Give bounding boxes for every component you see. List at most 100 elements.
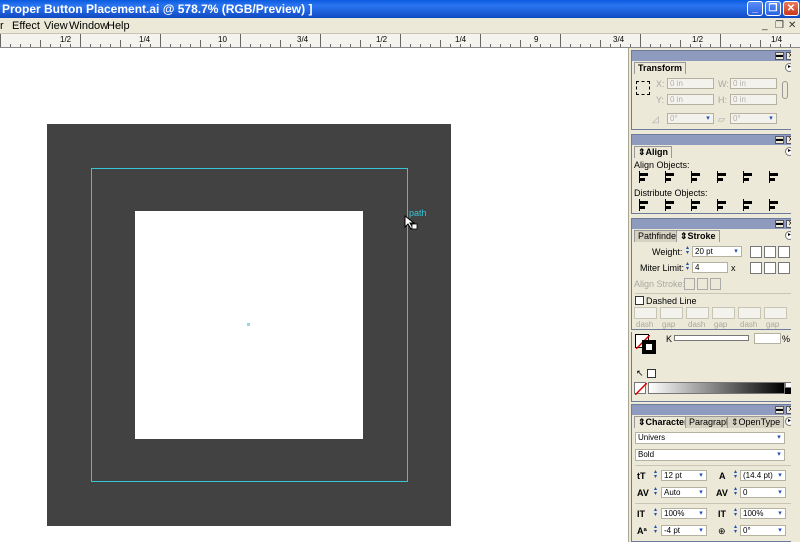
baseline-stepper[interactable]: ▴ ▾ xyxy=(652,524,659,536)
tab-stroke[interactable]: ⇕Stroke xyxy=(676,230,720,242)
w-input[interactable]: 0 in xyxy=(730,78,777,89)
align-stroke-center-icon[interactable] xyxy=(684,278,695,290)
chevron-down-icon[interactable]: ▾ xyxy=(696,509,706,518)
round-join-icon[interactable] xyxy=(764,262,776,274)
panel-titlebar[interactable]: ▬ x xyxy=(632,405,797,415)
align-stroke-outside-icon[interactable] xyxy=(710,278,721,290)
menu-window[interactable]: Window xyxy=(69,20,108,32)
panel-minimize-button[interactable]: ▬ xyxy=(775,406,784,414)
dashed-line-checkbox[interactable] xyxy=(635,296,644,305)
chevron-down-icon[interactable]: ▾ xyxy=(696,526,706,535)
leading-input[interactable]: (14.4 pt) ▾ xyxy=(740,470,786,481)
chevron-down-icon[interactable]: ▾ xyxy=(775,509,785,518)
horizontal-scale-input[interactable]: 100% ▾ xyxy=(740,508,786,519)
panel-minimize-button[interactable]: ▬ xyxy=(775,136,784,144)
menu-effect[interactable]: Effect xyxy=(12,20,40,32)
chevron-down-icon[interactable]: ▾ xyxy=(696,488,706,497)
vertical-align-top-icon[interactable] xyxy=(716,171,730,183)
chevron-down-icon[interactable]: ▾ xyxy=(774,450,784,459)
dash-input[interactable] xyxy=(634,307,657,319)
chevron-down-icon[interactable]: ▾ xyxy=(731,247,741,256)
chevron-down-icon[interactable]: ▾ xyxy=(696,471,706,480)
vertical-align-bottom-icon[interactable] xyxy=(768,171,782,183)
k-value-input[interactable] xyxy=(754,333,781,344)
miter-stepper[interactable]: ▴ ▾ xyxy=(684,261,691,273)
font-family-select[interactable]: Univers ▾ xyxy=(635,432,785,444)
horizontal-align-right-icon[interactable] xyxy=(690,171,704,183)
panel-titlebar[interactable]: ▬ x xyxy=(632,51,797,61)
align-stroke-inside-icon[interactable] xyxy=(697,278,708,290)
panel-titlebar[interactable]: ▬ x xyxy=(632,135,797,145)
horizontal-ruler[interactable]: 1/2 1/4 10 3/4 1/2 1/4 9 3/4 1/2 1/4 xyxy=(0,34,800,48)
kerning-input[interactable]: Auto ▾ xyxy=(661,487,707,498)
gap-input[interactable] xyxy=(764,307,787,319)
font-size-stepper[interactable]: ▴ ▾ xyxy=(652,469,659,481)
gap-input[interactable] xyxy=(712,307,735,319)
panel-titlebar[interactable]: ▬ x xyxy=(632,219,797,229)
butt-cap-icon[interactable] xyxy=(750,246,762,258)
horizontal-align-center-icon[interactable] xyxy=(664,171,678,183)
vertical-align-center-icon[interactable] xyxy=(742,171,756,183)
projecting-cap-icon[interactable] xyxy=(778,246,790,258)
vertical-distribute-center-icon[interactable] xyxy=(664,199,678,211)
chevron-down-icon[interactable]: ▾ xyxy=(774,433,784,442)
horizontal-distribute-left-icon[interactable] xyxy=(716,199,730,211)
doc-restore-button[interactable]: ❐ xyxy=(775,20,784,31)
vscale-stepper[interactable]: ▴ ▾ xyxy=(652,507,659,519)
vertical-distribute-bottom-icon[interactable] xyxy=(690,199,704,211)
shear-input[interactable]: 0° ▾ xyxy=(730,113,777,124)
artboard-canvas[interactable]: path xyxy=(0,48,628,542)
tab-transform[interactable]: Transform xyxy=(634,62,687,74)
gap-input[interactable] xyxy=(660,307,683,319)
vertical-scale-input[interactable]: 100% ▾ xyxy=(661,508,707,519)
h-input[interactable]: 0 in xyxy=(730,94,777,105)
character-rotation-input[interactable]: 0° ▾ xyxy=(740,525,786,536)
horizontal-distribute-center-icon[interactable] xyxy=(742,199,756,211)
minimize-button[interactable]: _ xyxy=(747,1,763,16)
kerning-stepper[interactable]: ▴ ▾ xyxy=(652,486,659,498)
panel-minimize-button[interactable]: ▬ xyxy=(775,220,784,228)
horizontal-align-left-icon[interactable] xyxy=(638,171,652,183)
horizontal-distribute-right-icon[interactable] xyxy=(768,199,782,211)
hscale-stepper[interactable]: ▴ ▾ xyxy=(732,507,739,519)
tab-opentype[interactable]: ⇕OpenType xyxy=(727,416,785,428)
tracking-input[interactable]: 0 ▾ xyxy=(740,487,786,498)
grayscale-ramp[interactable] xyxy=(648,382,785,394)
chevron-down-icon[interactable]: ▾ xyxy=(766,114,776,123)
dash-input[interactable] xyxy=(738,307,761,319)
chevron-down-icon[interactable]: ▾ xyxy=(775,471,785,480)
miter-input[interactable]: 4 xyxy=(692,262,728,273)
baseline-shift-input[interactable]: -4 pt ▾ xyxy=(661,525,707,536)
reference-point-icon[interactable] xyxy=(636,81,650,95)
rotate-input[interactable]: 0° ▾ xyxy=(667,113,714,124)
k-slider[interactable] xyxy=(674,335,749,341)
chevron-down-icon[interactable]: ▾ xyxy=(775,488,785,497)
white-swatch[interactable] xyxy=(647,369,656,378)
menu-help[interactable]: Help xyxy=(107,20,130,32)
leading-stepper[interactable]: ▴ ▾ xyxy=(732,469,739,481)
dash-input[interactable] xyxy=(686,307,709,319)
tab-character[interactable]: ⇕Character xyxy=(634,416,692,428)
rotation-stepper[interactable]: ▴ ▾ xyxy=(732,524,739,536)
miter-join-icon[interactable] xyxy=(750,262,762,274)
x-input[interactable]: 0 in xyxy=(667,78,714,89)
panel-minimize-button[interactable]: ▬ xyxy=(775,52,784,60)
weight-input[interactable]: 20 pt ▾ xyxy=(692,246,742,257)
font-size-input[interactable]: 12 pt ▾ xyxy=(661,470,707,481)
none-swatch[interactable] xyxy=(634,382,647,395)
close-button[interactable]: ✕ xyxy=(783,1,799,16)
vertical-distribute-top-icon[interactable] xyxy=(638,199,652,211)
y-input[interactable]: 0 in xyxy=(667,94,714,105)
chevron-down-icon[interactable]: ▾ xyxy=(775,526,785,535)
round-cap-icon[interactable] xyxy=(764,246,776,258)
doc-close-button[interactable]: ✕ xyxy=(788,20,796,31)
stroke-swatch[interactable] xyxy=(642,340,656,354)
last-color-icon[interactable]: ↖ xyxy=(636,368,644,379)
constrain-link-icon[interactable] xyxy=(782,81,788,99)
restore-button[interactable]: ❐ xyxy=(765,1,781,16)
menu-view[interactable]: View xyxy=(44,20,68,32)
doc-minimize-button[interactable]: _ xyxy=(762,20,768,31)
weight-stepper[interactable]: ▴ ▾ xyxy=(684,245,691,257)
font-style-select[interactable]: Bold ▾ xyxy=(635,449,785,461)
tab-align[interactable]: ⇕Align xyxy=(634,146,673,158)
